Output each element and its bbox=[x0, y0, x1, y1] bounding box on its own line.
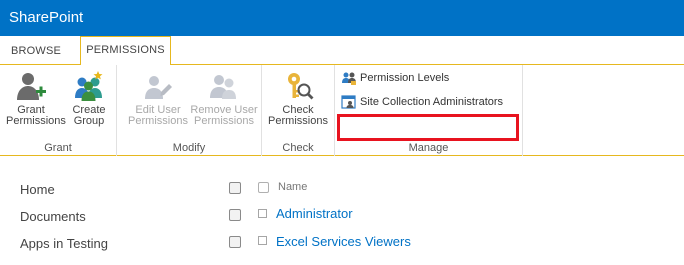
site-collection-administrators-label: Site Collection Administrators bbox=[360, 96, 504, 108]
tab-browse[interactable]: BROWSE bbox=[11, 40, 71, 65]
grant-permissions-icon bbox=[17, 73, 46, 100]
list-item-link[interactable]: Administrator bbox=[276, 206, 353, 221]
permission-levels-label: Permission Levels bbox=[360, 72, 450, 84]
column-header-name[interactable]: Name bbox=[278, 181, 307, 193]
remove-user-permissions-label-2: Permissions bbox=[194, 115, 254, 127]
check-permissions-icon bbox=[288, 73, 314, 100]
header-checkbox[interactable] bbox=[258, 182, 269, 193]
remove-user-permissions-button[interactable]: Remove User Permissions bbox=[189, 70, 259, 127]
row-select-checkbox[interactable] bbox=[229, 236, 241, 248]
ribbon-group-check: Check Permissions Check bbox=[262, 65, 335, 156]
permission-levels-button[interactable]: Permission Levels bbox=[341, 70, 449, 88]
quick-launch-documents[interactable]: Documents bbox=[20, 209, 86, 224]
site-collection-administrators-button[interactable]: Site Collection Administrators bbox=[341, 94, 503, 112]
list-item-link[interactable]: Excel Services Viewers bbox=[276, 234, 411, 249]
edit-user-permissions-label-2: Permissions bbox=[128, 115, 188, 127]
app-brand[interactable]: SharePoint bbox=[9, 9, 83, 26]
create-group-button[interactable]: Create Group bbox=[66, 70, 112, 127]
select-all-checkbox[interactable] bbox=[229, 182, 241, 194]
highlight-box bbox=[337, 114, 519, 141]
ribbon-group-check-label: Check bbox=[282, 142, 314, 154]
row-item-checkbox[interactable] bbox=[258, 209, 267, 218]
row-item-checkbox[interactable] bbox=[258, 236, 267, 245]
create-group-icon bbox=[75, 71, 103, 101]
ribbon-group-manage: Permission Levels Site Collection Admini… bbox=[335, 65, 523, 156]
quick-launch-apps-in-testing[interactable]: Apps in Testing bbox=[20, 236, 108, 251]
suite-bar: SharePoint bbox=[0, 0, 684, 36]
grant-permissions-button[interactable]: Grant Permissions bbox=[6, 70, 66, 127]
edit-user-permissions-icon bbox=[145, 76, 172, 99]
tab-permissions[interactable]: PERMISSIONS bbox=[80, 36, 171, 66]
row-select-checkbox[interactable] bbox=[229, 209, 241, 221]
ribbon: Grant Permissions Create Group Grant Edi… bbox=[0, 65, 684, 156]
grant-permissions-label-2: Permissions bbox=[6, 115, 66, 127]
edit-user-permissions-button[interactable]: Edit User Permissions bbox=[126, 70, 190, 127]
remove-user-permissions-icon bbox=[210, 75, 236, 99]
ribbon-tab-row: BROWSE PERMISSIONS bbox=[0, 36, 684, 66]
ribbon-group-modify-label: Modify bbox=[172, 142, 206, 154]
ribbon-group-modify: Edit User Permissions Remove User Permis… bbox=[117, 65, 262, 156]
check-permissions-button[interactable]: Check Permissions bbox=[266, 70, 330, 127]
ribbon-group-grant: Grant Permissions Create Group Grant bbox=[0, 65, 117, 156]
ribbon-group-grant-label: Grant bbox=[44, 142, 72, 154]
site-collection-administrators-icon bbox=[341, 95, 356, 109]
tab-permissions-label: PERMISSIONS bbox=[86, 44, 165, 56]
check-permissions-label-2: Permissions bbox=[268, 115, 328, 127]
create-group-label-2: Group bbox=[73, 115, 105, 127]
quick-launch-home[interactable]: Home bbox=[20, 182, 55, 197]
ribbon-group-manage-label: Manage bbox=[408, 142, 449, 154]
permission-levels-icon bbox=[342, 72, 356, 86]
